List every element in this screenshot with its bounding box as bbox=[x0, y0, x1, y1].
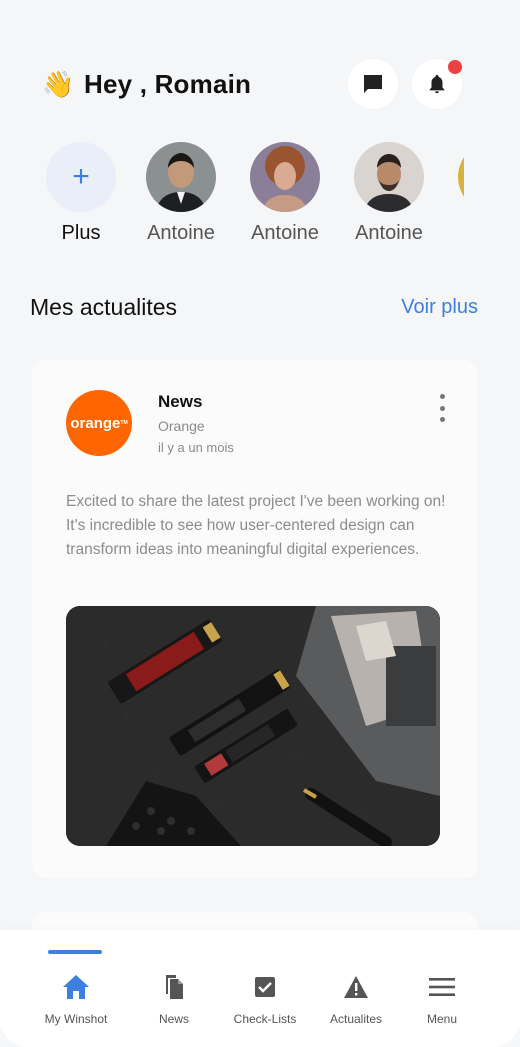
greeting-title: Hey , Romain bbox=[84, 68, 252, 99]
section-title: Mes actualites bbox=[30, 294, 178, 320]
home-icon bbox=[26, 974, 126, 1000]
avatar bbox=[354, 142, 424, 212]
orange-logo: orange TM bbox=[66, 390, 132, 456]
nav-label: News bbox=[158, 1012, 189, 1026]
waving-hand-icon: 👋 bbox=[42, 69, 75, 99]
post-card[interactable]: orange TM News Orange il y a un mois Exci… bbox=[32, 360, 478, 878]
more-options-icon[interactable] bbox=[436, 394, 448, 422]
nav-label: Actualites bbox=[329, 1012, 383, 1026]
avatar bbox=[146, 142, 216, 212]
bottom-nav: My Winshot News Check-Lists Actualites M… bbox=[0, 930, 520, 1047]
post-title: News bbox=[158, 392, 203, 411]
nav-item-menu[interactable]: Menu bbox=[392, 974, 492, 1026]
nav-item-actualites[interactable]: Actualites bbox=[306, 974, 406, 1026]
warning-icon bbox=[306, 974, 406, 1000]
screen: 👋 Hey , Romain + Plus Antoine Antoine An… bbox=[0, 0, 520, 1047]
stories-row: + Plus Antoine Antoine Antoine bbox=[44, 142, 464, 262]
chat-icon bbox=[364, 75, 382, 93]
notification-dot bbox=[448, 60, 462, 74]
post-timestamp: il y a un mois bbox=[158, 440, 234, 455]
menu-icon bbox=[392, 974, 492, 1000]
story-label: Antoine bbox=[251, 222, 319, 244]
story-label: Antoine bbox=[147, 222, 215, 244]
story-add[interactable]: + Plus bbox=[44, 142, 118, 245]
bell-icon bbox=[429, 74, 445, 94]
avatar bbox=[458, 142, 464, 212]
see-more-link[interactable]: Voir plus bbox=[401, 296, 478, 319]
story-contact[interactable]: Antoine bbox=[352, 142, 426, 245]
active-tab-indicator bbox=[48, 950, 102, 954]
story-contact[interactable]: Antoine bbox=[248, 142, 322, 245]
nav-label: My Winshot bbox=[44, 1012, 108, 1026]
file-icon bbox=[124, 974, 224, 1000]
nav-item-news[interactable]: News bbox=[124, 974, 224, 1026]
story-label: Plus bbox=[61, 222, 101, 244]
story-contact[interactable]: A bbox=[456, 142, 464, 245]
nav-item-my-winshot[interactable]: My Winshot bbox=[26, 974, 126, 1026]
post-text: Excited to share the latest project I've… bbox=[66, 493, 446, 558]
notifications-button[interactable] bbox=[412, 59, 462, 109]
header: 👋 Hey , Romain bbox=[42, 59, 462, 109]
story-label: A bbox=[456, 222, 464, 245]
nav-label: Menu bbox=[426, 1012, 458, 1026]
post-author: Orange bbox=[158, 418, 205, 434]
nav-item-check-lists[interactable]: Check-Lists bbox=[215, 974, 315, 1026]
post-image[interactable] bbox=[66, 606, 440, 846]
story-contact[interactable]: Antoine bbox=[144, 142, 218, 245]
plus-icon: + bbox=[46, 142, 116, 212]
nav-label: Check-Lists bbox=[233, 1012, 297, 1026]
story-label: Antoine bbox=[355, 222, 423, 244]
messages-button[interactable] bbox=[348, 59, 398, 109]
checkbox-icon bbox=[215, 974, 315, 1000]
avatar bbox=[250, 142, 320, 212]
